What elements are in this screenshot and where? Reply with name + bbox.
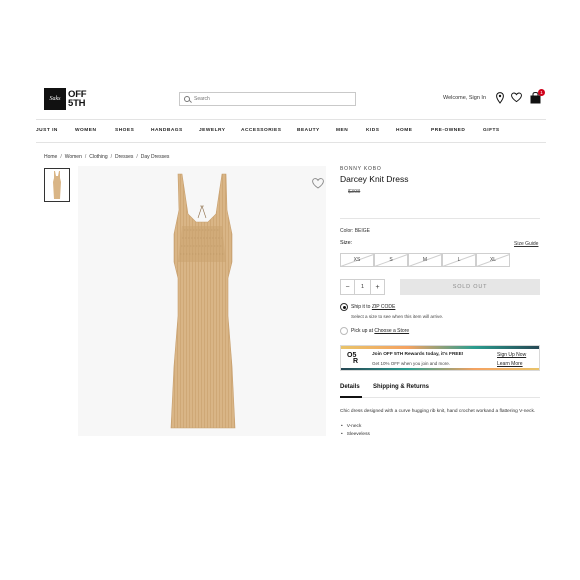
rewards-logo: O5 R — [347, 352, 359, 365]
nav-item-handbags[interactable]: HANDBAGS — [151, 128, 183, 133]
quantity-increase-button[interactable]: + — [370, 279, 385, 295]
tab-details[interactable]: Details — [340, 384, 360, 390]
nav-item-beauty[interactable]: BEAUTY — [297, 128, 320, 133]
product-main-image[interactable] — [78, 166, 326, 436]
sold-out-button[interactable]: SOLD OUT — [400, 279, 540, 295]
quantity-stepper: − 1 + — [340, 279, 385, 295]
feature-item: V-neck — [341, 423, 370, 431]
search-bar[interactable] — [179, 92, 356, 106]
size-option-l[interactable]: L — [442, 253, 476, 267]
nav-item-home[interactable]: HOME — [396, 128, 412, 133]
nav-item-women[interactable]: WOMEN — [75, 128, 96, 133]
ship-it-radio[interactable] — [340, 303, 348, 311]
breadcrumb: Home / Women / Clothing / Dresses / Day Dresses — [44, 154, 170, 160]
banner-stripe-bottom — [341, 368, 539, 370]
size-label: Size: — [340, 240, 353, 246]
product-title: Darcey Knit Dress — [340, 174, 409, 184]
breadcrumb-women[interactable]: Women — [65, 154, 82, 160]
nav-item-pre-owned[interactable]: PRE-OWNED — [431, 128, 465, 133]
nav-item-jewelry[interactable]: JEWELRY — [199, 128, 226, 133]
search-icon — [184, 96, 190, 102]
thumbnail-dress-image — [53, 171, 61, 199]
product-page: Saks OFF 5TH Welcome, Sign In 1 JUST IN … — [0, 0, 580, 580]
tab-shipping-returns[interactable]: Shipping & Returns — [373, 384, 429, 390]
divider — [340, 218, 540, 219]
pickup-radio[interactable] — [340, 327, 348, 335]
product-wishlist-heart-icon[interactable] — [312, 178, 324, 189]
dress-image — [170, 173, 236, 429]
logo-line2: 5TH — [68, 98, 86, 109]
breadcrumb-home[interactable]: Home — [44, 154, 57, 160]
sign-up-link[interactable]: Sign Up Now — [497, 352, 526, 358]
size-guide-link[interactable]: Size Guide — [514, 241, 538, 247]
ship-it-option[interactable]: Ship it to ZIP CODE — [351, 304, 395, 310]
tabs-divider — [340, 397, 540, 398]
active-tab-indicator — [340, 396, 362, 398]
wishlist-heart-icon[interactable] — [511, 92, 522, 103]
nav-item-gifts[interactable]: GIFTS — [483, 128, 500, 133]
rewards-banner: O5 R Join OFF 5TH Rewards today, it's FR… — [340, 345, 540, 371]
product-description: Chic dress designed with a curve hugging… — [340, 409, 536, 414]
quantity-decrease-button[interactable]: − — [340, 279, 355, 295]
pickup-option[interactable]: Pick up at Choose a Store — [351, 328, 409, 334]
size-selector: XS S M L XL — [340, 253, 510, 267]
product-thumbnail[interactable] — [44, 168, 70, 202]
nav-item-accessories[interactable]: ACCESSORIES — [241, 128, 281, 133]
logo-wordmark: OFF 5TH — [68, 90, 87, 109]
quantity-value[interactable]: 1 — [355, 279, 370, 295]
color-label: Color: BEIGE — [340, 228, 371, 234]
nav-item-men[interactable]: MEN — [336, 128, 348, 133]
zip-code-link[interactable]: ZIP CODE — [372, 304, 396, 310]
logo-mark: Saks — [44, 88, 66, 110]
breadcrumb-clothing[interactable]: Clothing — [89, 154, 107, 160]
product-price: $398 — [348, 189, 361, 195]
cart-count-badge: 1 — [538, 89, 545, 96]
nav-item-shoes[interactable]: SHOES — [115, 128, 134, 133]
learn-more-link[interactable]: Learn More — [497, 361, 523, 367]
product-brand[interactable]: BONNY KOBO — [340, 166, 382, 172]
location-pin-icon[interactable] — [496, 92, 504, 104]
site-logo[interactable]: Saks OFF 5TH — [44, 88, 87, 110]
feature-item: Sleeveless — [341, 431, 370, 439]
nav-item-just-in[interactable]: JUST IN — [36, 128, 58, 133]
size-option-s[interactable]: S — [374, 253, 408, 267]
rewards-title: Join OFF 5TH Rewards today, it's FREE! — [372, 352, 464, 357]
size-option-xl[interactable]: XL — [476, 253, 510, 267]
size-option-m[interactable]: M — [408, 253, 442, 267]
breadcrumb-dresses[interactable]: Dresses — [115, 154, 133, 160]
size-option-xs[interactable]: XS — [340, 253, 374, 267]
banner-stripe-top — [341, 346, 539, 349]
main-nav: JUST IN WOMEN SHOES HANDBAGS JEWELRY ACC… — [36, 119, 546, 143]
nav-item-kids[interactable]: KIDS — [366, 128, 379, 133]
search-input[interactable] — [194, 96, 344, 102]
choose-store-link[interactable]: Choose a Store — [374, 328, 409, 334]
breadcrumb-day-dresses[interactable]: Day Dresses — [141, 154, 170, 160]
sign-in-link[interactable]: Welcome, Sign In — [443, 95, 486, 101]
ship-it-hint: Select a size to see when this item will… — [351, 314, 444, 319]
rewards-subtitle: Get 10% OFF when you join and more. — [372, 361, 451, 366]
product-features: V-neck Sleeveless — [341, 423, 370, 439]
